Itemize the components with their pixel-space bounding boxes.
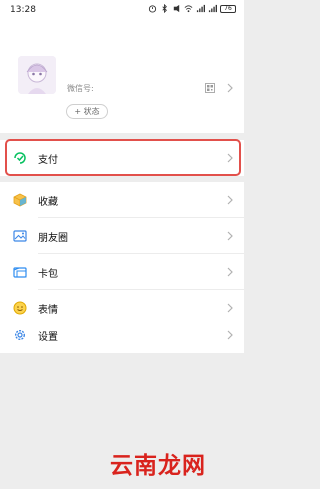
menu-item-settings-label: 设置 [38, 332, 58, 343]
menu-item-favorites[interactable]: 收藏 [0, 182, 244, 218]
bluetooth-icon [162, 4, 167, 13]
sticker-smile-icon [13, 301, 27, 315]
chevron-right-icon [227, 303, 233, 313]
chevron-right-icon [227, 195, 233, 205]
profile-chevron-right-icon [227, 83, 233, 93]
avatar[interactable] [18, 56, 56, 94]
site-watermark: 云南龙网 [110, 452, 206, 479]
signal-icon-2 [208, 4, 217, 13]
favorites-icon [13, 193, 27, 207]
qr-code-icon[interactable] [205, 83, 215, 93]
wifi-icon [184, 5, 193, 13]
chevron-right-icon [227, 231, 233, 241]
menu-item-settings[interactable]: 设置 [0, 317, 244, 353]
pay-highlight-box [5, 139, 241, 176]
add-status-button[interactable]: + 状态 [66, 104, 108, 119]
mute-icon [173, 4, 180, 13]
card-wallet-icon [13, 267, 27, 278]
status-icons: 76 [148, 4, 236, 13]
avatar-image [18, 56, 56, 94]
status-time: 13:28 [10, 5, 36, 15]
moments-icon [13, 230, 27, 242]
menu-item-favorites-label: 收藏 [38, 197, 58, 208]
signal-icon [196, 4, 205, 13]
battery-icon: 76 [220, 4, 236, 13]
menu-item-cards-label: 卡包 [38, 269, 58, 280]
menu-item-moments[interactable]: 朋友圈 [0, 218, 244, 254]
profile-header[interactable]: 微信号: + 状态 [0, 20, 244, 133]
settings-gear-icon [14, 329, 26, 341]
menu-item-cards[interactable]: 卡包 [0, 254, 244, 290]
menu-item-moments-label: 朋友圈 [38, 233, 68, 244]
menu-item-stickers-label: 表情 [38, 305, 58, 316]
status-bar: 13:28 76 [0, 0, 244, 20]
chevron-right-icon [227, 330, 233, 340]
add-status-label: + 状态 [74, 107, 100, 116]
alarm-icon [148, 5, 157, 13]
wechat-id-label: 微信号: [67, 84, 94, 93]
chevron-right-icon [227, 267, 233, 277]
